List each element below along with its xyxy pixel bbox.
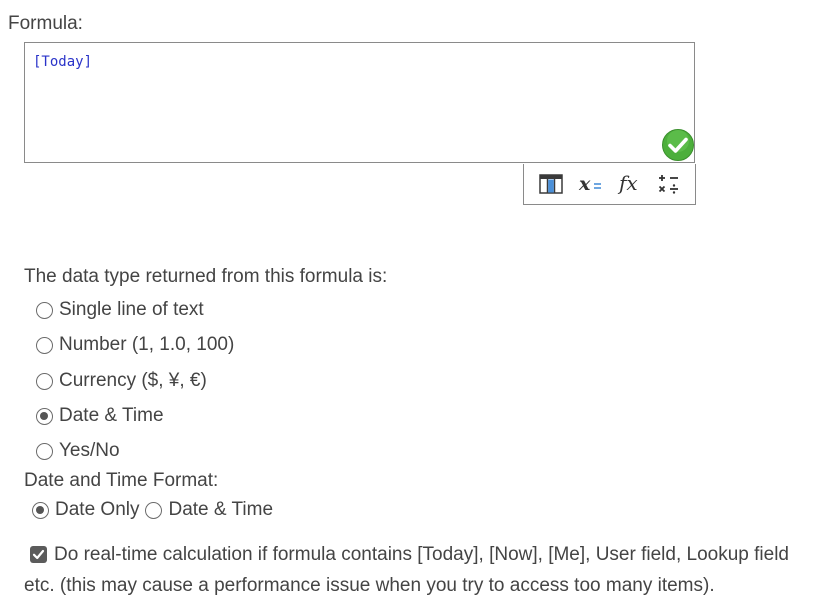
svg-text:fx: fx — [617, 171, 638, 195]
data-type-label: The data type returned from this formula… — [24, 266, 388, 287]
radio-button[interactable] — [36, 301, 53, 319]
function-icon[interactable]: fx — [617, 171, 645, 197]
green-check-icon — [661, 128, 695, 162]
formula-label: Formula: — [8, 13, 83, 34]
realtime-checkbox[interactable] — [30, 546, 47, 563]
radio-option-yes-no[interactable]: Yes/No — [36, 440, 120, 462]
radio-option-number[interactable]: Number (1, 1.0, 100) — [36, 334, 234, 356]
radio-button-date-only[interactable] — [32, 501, 49, 519]
radio-button-selected[interactable] — [36, 407, 53, 425]
radio-button[interactable] — [36, 336, 53, 354]
radio-button-date-time[interactable] — [145, 501, 163, 519]
formula-editor[interactable]: [Today] — [24, 42, 695, 163]
radio-label: Currency ($, ¥, €) — [59, 370, 207, 391]
radio-label: Single line of text — [59, 299, 204, 320]
realtime-label-line1: Do real-time calculation if formula cont… — [54, 544, 789, 565]
realtime-calculation-option: Do real-time calculation if formula cont… — [24, 539, 824, 601]
radio-label: Number (1, 1.0, 100) — [59, 334, 235, 355]
date-format-label: Date and Time Format: — [24, 470, 219, 491]
variable-icon[interactable]: x — [577, 171, 605, 197]
date-format-options: Date Only Date & Time — [32, 499, 273, 521]
radio-option-single-line[interactable]: Single line of text — [36, 299, 204, 321]
radio-option-date-time[interactable]: Date & Time — [36, 405, 164, 427]
formula-value[interactable]: [Today] — [33, 54, 92, 70]
realtime-label-line2: etc. (this may cause a performance issue… — [24, 575, 715, 596]
radio-label: Date & Time — [59, 405, 164, 426]
columns-icon[interactable] — [537, 171, 565, 197]
radio-button[interactable] — [36, 372, 53, 390]
radio-option-currency[interactable]: Currency ($, ¥, €) — [36, 370, 207, 392]
radio-label: Date Only — [55, 499, 140, 520]
svg-text:x: x — [578, 173, 591, 195]
formula-toolbar: x fx — [523, 164, 696, 205]
radio-label: Yes/No — [59, 440, 120, 461]
radio-label: Date & Time — [168, 499, 274, 520]
operators-icon[interactable] — [655, 171, 683, 197]
radio-button[interactable] — [36, 442, 53, 460]
